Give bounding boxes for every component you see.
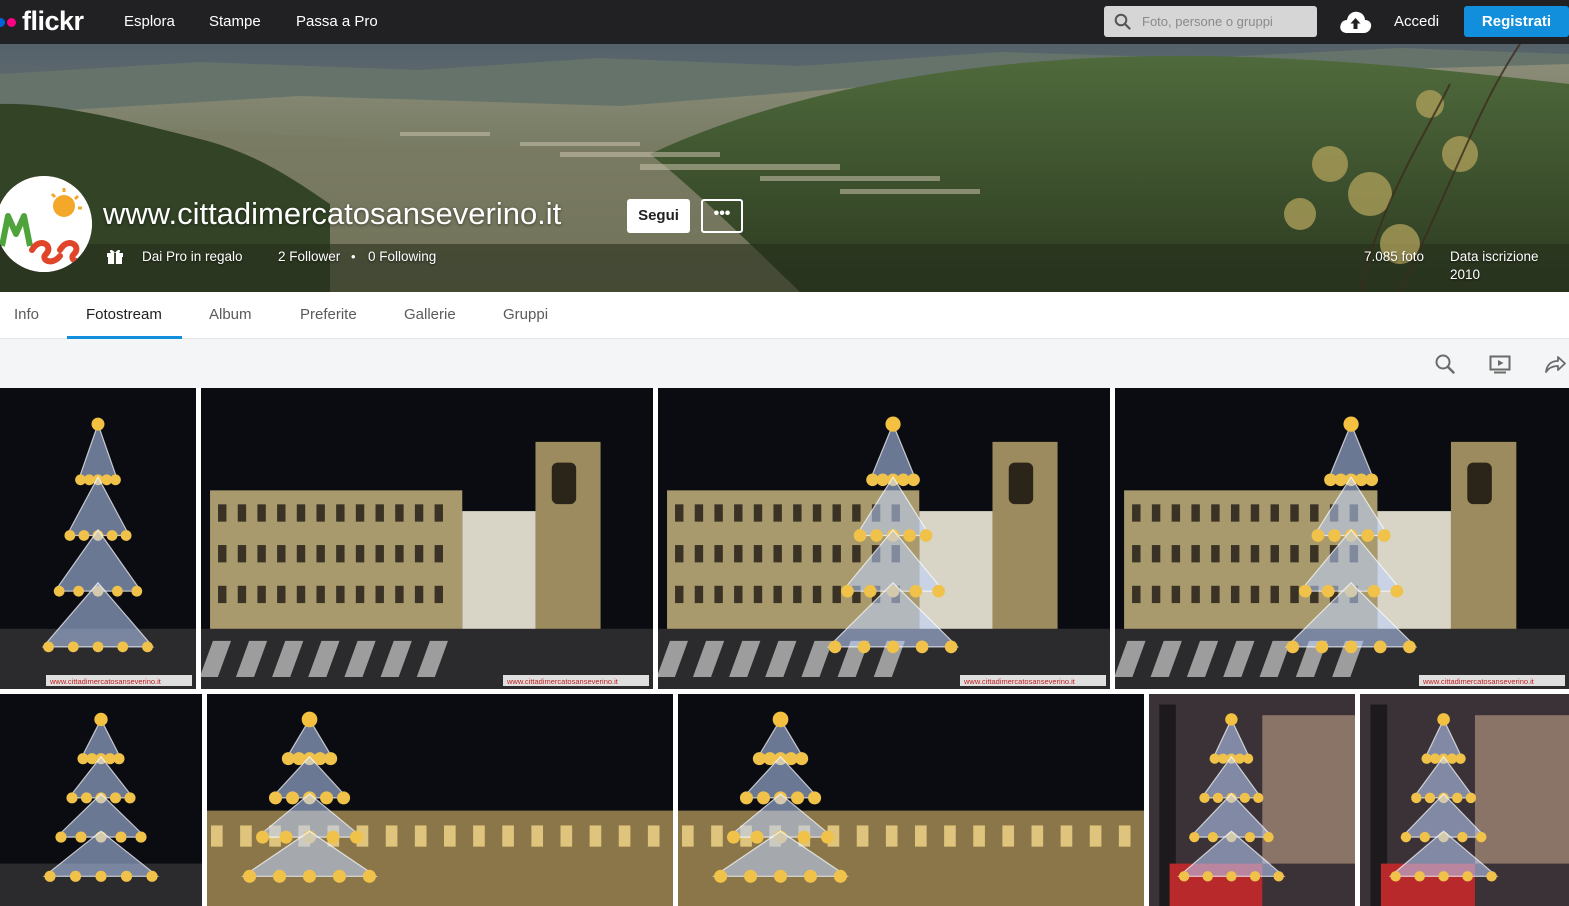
tab-album[interactable]: Album (209, 306, 252, 324)
photo-thumbnail[interactable] (678, 694, 1144, 906)
svg-text:www.cittadimercatosanseverino.: www.cittadimercatosanseverino.it (506, 677, 619, 686)
photo-thumbnail[interactable] (0, 694, 202, 906)
svg-text:www.cittadimercatosanseverino.: www.cittadimercatosanseverino.it (1422, 677, 1535, 686)
meta-separator: • (351, 249, 356, 264)
top-nav: flickr Esplora Stampe Passa a Pro Accedi… (0, 0, 1569, 44)
svg-text:www.cittadimercatosanseverino.: www.cittadimercatosanseverino.it (963, 677, 1076, 686)
avatar-mss-logo (0, 176, 92, 272)
photo-thumbnail[interactable]: www.cittadimercatosanseverino.it (1115, 388, 1569, 689)
photo-count: 7.085 foto (1364, 249, 1425, 264)
photo-image (1360, 694, 1569, 906)
login-link[interactable]: Accedi (1394, 12, 1439, 32)
tab-preferite[interactable]: Preferite (300, 306, 357, 324)
search-icon[interactable] (1114, 13, 1131, 30)
follow-button[interactable]: Segui (627, 199, 690, 233)
logo-wordmark: flickr (22, 6, 84, 36)
photo-image (678, 694, 1144, 906)
nav-link-esplora[interactable]: Esplora (124, 12, 175, 32)
profile-avatar[interactable] (0, 176, 92, 272)
join-date: Data iscrizione 2010 (1450, 249, 1539, 282)
gift-icon (107, 249, 123, 264)
more-options-button[interactable]: ••• (701, 199, 743, 233)
photo-thumbnail[interactable] (207, 694, 673, 906)
photo-image (0, 694, 202, 906)
photo-image: www.cittadimercatosanseverino.it (201, 388, 653, 689)
photo-image: www.cittadimercatosanseverino.it (0, 388, 196, 689)
photo-image (207, 694, 673, 906)
tab-gallerie[interactable]: Gallerie (404, 306, 456, 324)
photo-image: www.cittadimercatosanseverino.it (658, 388, 1110, 689)
logo-blue-dot (0, 18, 5, 27)
photo-thumbnail[interactable]: www.cittadimercatosanseverino.it (0, 388, 196, 689)
followers-count[interactable]: 2 Follower (278, 248, 340, 266)
following-count[interactable]: 0 Following (368, 248, 436, 266)
signup-button[interactable]: Registrati (1464, 6, 1569, 37)
profile-name: www.cittadimercatosanseverino.it (103, 196, 562, 231)
profile-cover: www.cittadimercatosanseverino.it Segui •… (0, 44, 1569, 292)
photo-thumbnail[interactable] (1149, 694, 1355, 906)
pro-gift-link[interactable]: Dai Pro in regalo (142, 248, 243, 266)
upload-cloud-icon[interactable] (1339, 9, 1372, 35)
photostream-toolbar (0, 339, 1569, 388)
tab-info[interactable]: Info (14, 306, 39, 324)
slideshow-icon[interactable] (1489, 353, 1511, 375)
photo-thumbnail[interactable] (1360, 694, 1569, 906)
tab-gruppi[interactable]: Gruppi (503, 306, 548, 324)
search-icon[interactable] (1434, 353, 1456, 375)
nav-link-stampe[interactable]: Stampe (209, 12, 261, 32)
share-icon[interactable] (1544, 353, 1566, 375)
logo-pink-dot (7, 18, 16, 27)
photo-thumbnail[interactable]: www.cittadimercatosanseverino.it (658, 388, 1110, 689)
search-box (1104, 6, 1317, 37)
photo-image (1149, 694, 1355, 906)
search-input[interactable] (1142, 10, 1312, 33)
photo-thumbnail[interactable]: www.cittadimercatosanseverino.it (201, 388, 653, 689)
photo-image: www.cittadimercatosanseverino.it (1115, 388, 1569, 689)
svg-text:www.cittadimercatosanseverino.: www.cittadimercatosanseverino.it (49, 677, 162, 686)
nav-link-passa-a-pro[interactable]: Passa a Pro (296, 12, 378, 32)
profile-tabs: Info Fotostream Album Preferite Gallerie… (0, 292, 1569, 339)
tab-fotostream[interactable]: Fotostream (86, 306, 162, 324)
